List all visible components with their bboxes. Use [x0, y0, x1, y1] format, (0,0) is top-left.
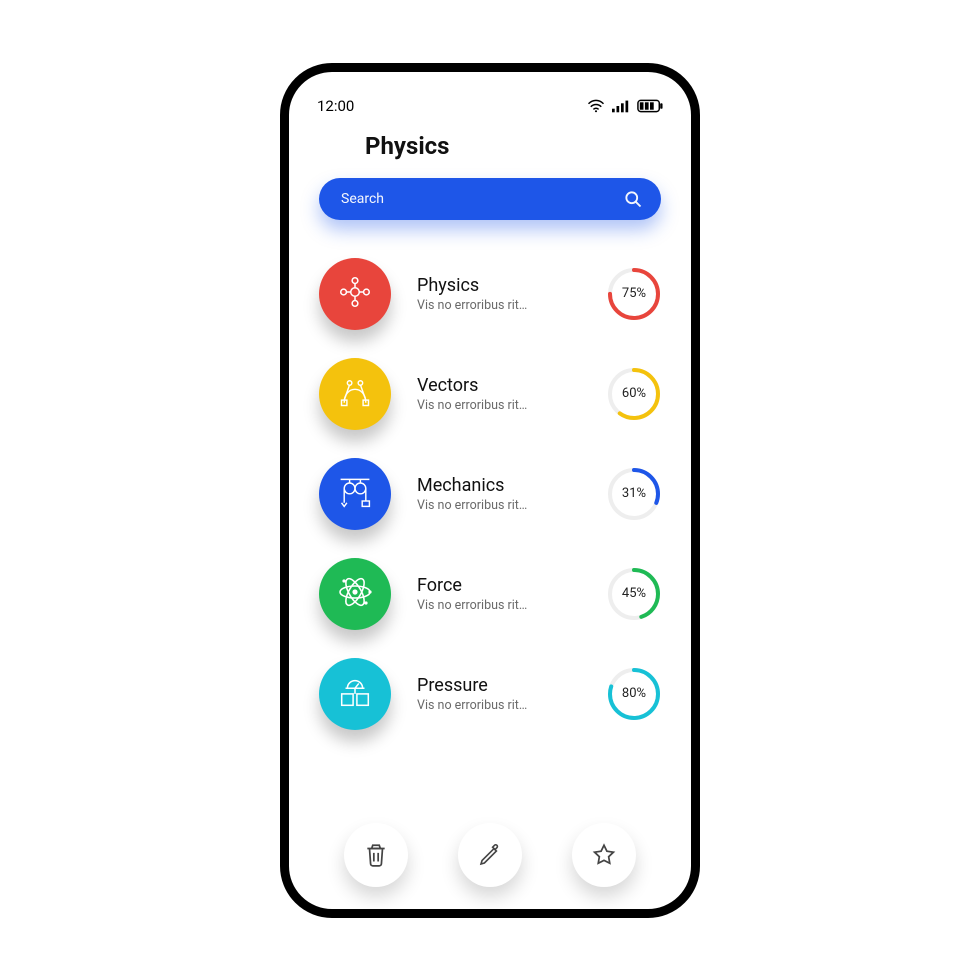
- topic-text: Vectors Vis no erroribus rit…: [391, 375, 607, 413]
- status-icons: [587, 99, 663, 113]
- topic-text: Pressure Vis no erroribus rit…: [391, 675, 607, 713]
- search-input[interactable]: Search: [319, 178, 661, 220]
- delete-button[interactable]: [344, 823, 408, 887]
- topic-text: Force Vis no erroribus rit…: [391, 575, 607, 613]
- progress-percent: 31%: [607, 467, 661, 521]
- gauge-icon: [336, 673, 374, 715]
- progress-ring: 80%: [607, 667, 661, 721]
- topic-subtitle: Vis no erroribus rit…: [417, 298, 527, 313]
- topic-text: Mechanics Vis no erroribus rit…: [391, 475, 607, 513]
- topic-row[interactable]: Pressure Vis no erroribus rit… 80%: [319, 644, 661, 744]
- topic-subtitle: Vis no erroribus rit…: [417, 598, 527, 613]
- topic-row[interactable]: Vectors Vis no erroribus rit… 60%: [319, 344, 661, 444]
- wifi-icon: [587, 99, 605, 113]
- topic-icon-bubble: [319, 558, 391, 630]
- topic-title: Pressure: [417, 675, 488, 696]
- pulley-icon: [337, 474, 373, 514]
- bottom-actions: [289, 823, 691, 887]
- edit-button[interactable]: [458, 823, 522, 887]
- star-icon: [591, 842, 617, 868]
- topic-icon-bubble: [319, 358, 391, 430]
- topic-subtitle: Vis no erroribus rit…: [417, 698, 527, 713]
- page-title: Physics: [289, 118, 691, 174]
- search-placeholder: Search: [341, 191, 623, 207]
- topic-row[interactable]: Physics Vis no erroribus rit… 75%: [319, 244, 661, 344]
- molecule-icon: [336, 273, 374, 315]
- topic-icon-bubble: [319, 658, 391, 730]
- progress-percent: 75%: [607, 267, 661, 321]
- topic-title: Vectors: [417, 375, 478, 396]
- topic-subtitle: Vis no erroribus rit…: [417, 498, 527, 513]
- signal-icon: [612, 99, 630, 113]
- trash-icon: [363, 842, 389, 868]
- pencil-icon: [478, 843, 502, 867]
- phone-frame: 12:00 Physics Search Physics Vis no erro…: [280, 63, 700, 918]
- topic-title: Force: [417, 575, 462, 596]
- progress-percent: 45%: [607, 567, 661, 621]
- status-time: 12:00: [317, 97, 354, 115]
- topic-text: Physics Vis no erroribus rit…: [391, 275, 607, 313]
- topic-icon-bubble: [319, 458, 391, 530]
- bezier-icon: [337, 374, 373, 414]
- topic-row[interactable]: Force Vis no erroribus rit… 45%: [319, 544, 661, 644]
- favorite-button[interactable]: [572, 823, 636, 887]
- progress-ring: 75%: [607, 267, 661, 321]
- topic-title: Physics: [417, 275, 479, 296]
- topic-list: Physics Vis no erroribus rit… 75% Vector…: [289, 244, 691, 744]
- progress-percent: 80%: [607, 667, 661, 721]
- progress-ring: 60%: [607, 367, 661, 421]
- progress-ring: 45%: [607, 567, 661, 621]
- battery-icon: [637, 99, 663, 113]
- search-icon: [623, 189, 643, 209]
- topic-title: Mechanics: [417, 475, 504, 496]
- progress-percent: 60%: [607, 367, 661, 421]
- topic-subtitle: Vis no erroribus rit…: [417, 398, 527, 413]
- status-bar: 12:00: [289, 94, 691, 118]
- topic-icon-bubble: [319, 258, 391, 330]
- atom-icon: [335, 572, 375, 616]
- topic-row[interactable]: Mechanics Vis no erroribus rit… 31%: [319, 444, 661, 544]
- progress-ring: 31%: [607, 467, 661, 521]
